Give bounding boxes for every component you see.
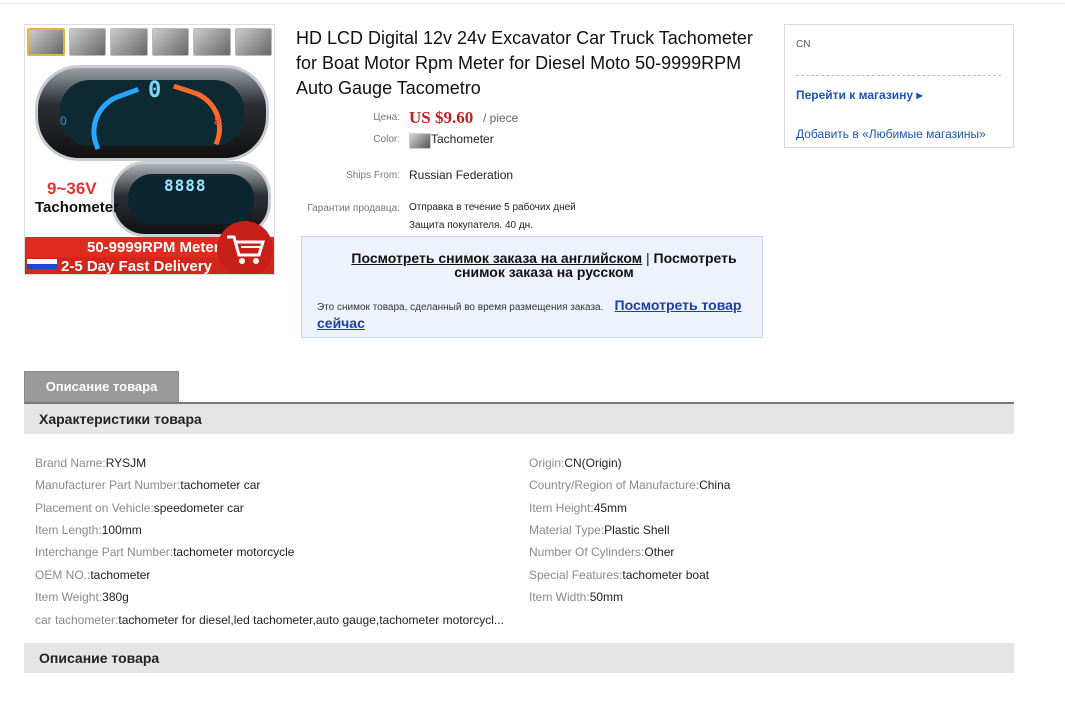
guarantee-shipping: Отправка в течение 5 рабочих дней	[409, 202, 576, 213]
gauge-min-label: 0	[60, 114, 67, 128]
spec-row: Origin:CN(Origin)	[529, 456, 622, 470]
store-box: CN Перейти к магазину ▸ Добавить в «Люби…	[784, 24, 1014, 148]
image-thumbnails	[25, 25, 274, 61]
product-hero-image: 0 0 8 8888 9~36V Tachometer 50-9999RPM M…	[25, 61, 274, 275]
shopping-cart-icon	[227, 235, 266, 264]
color-swatch[interactable]	[409, 133, 431, 149]
thumbnail[interactable]	[68, 28, 107, 56]
ships-from-value: Russian Federation	[409, 168, 514, 182]
color-value: Tachometer	[431, 132, 494, 146]
spec-row: Country/Region of Manufacture:China	[529, 478, 731, 492]
gauge-max-label: 8	[214, 114, 221, 128]
thumbnail[interactable]	[151, 28, 190, 56]
snapshot-note-text: Это снимок товара, сделанный во время ра…	[317, 302, 604, 313]
go-to-store-link[interactable]: Перейти к магазину ▸	[796, 88, 922, 102]
rpm-text: 50-9999RPM Meter	[87, 239, 220, 256]
snapshot-links: Посмотреть снимок заказа на английском |…	[334, 251, 754, 279]
delivery-text: 2-5 Day Fast Delivery	[61, 258, 212, 275]
arrow-right-icon: ▸	[916, 88, 923, 102]
description-header: Описание товара	[24, 643, 1014, 673]
thumbnail[interactable]	[234, 28, 273, 56]
top-divider	[0, 3, 1065, 4]
product-title: HD LCD Digital 12v 24v Excavator Car Tru…	[296, 28, 753, 98]
snapshot-note: Это снимок товара, сделанный во время ра…	[317, 297, 757, 333]
link-separator: |	[645, 250, 650, 266]
price-value: US $9.60	[409, 108, 474, 127]
spec-row: Special Features:tachometer boat	[529, 568, 710, 582]
price-label: Цена:	[373, 112, 400, 123]
color-label: Color:	[373, 134, 400, 145]
type-text: Tachometer	[35, 199, 119, 216]
spec-row: Item Width:50mm	[529, 590, 624, 604]
spec-row: Interchange Part Number:tachometer motor…	[35, 545, 295, 559]
spec-row: Item Height:45mm	[529, 501, 628, 515]
product-image[interactable]: 0 0 8 8888 9~36V Tachometer 50-9999RPM M…	[24, 24, 275, 275]
go-to-store-label: Перейти к магазину	[796, 88, 914, 102]
store-divider	[796, 75, 1001, 76]
thumbnail[interactable]	[193, 28, 231, 56]
spec-row: OEM NO.:tachometer	[35, 568, 151, 582]
specs-header: Характеристики товара	[24, 404, 1014, 434]
tab-description[interactable]: Описание товара	[24, 371, 179, 403]
seller-guarantee-label: Гарантии продавца:	[307, 203, 400, 214]
spec-row: car tachometer:tachometer for diesel,led…	[35, 613, 504, 627]
store-country: CN	[796, 39, 811, 50]
spec-row: Material Type:Plastic Shell	[529, 523, 670, 537]
thumbnail[interactable]	[110, 28, 148, 56]
gauge-digit: 0	[148, 78, 162, 103]
spec-row: Item Weight:380g	[35, 590, 129, 604]
spec-row: Number Of Cylinders:Other	[529, 545, 675, 559]
order-snapshot-box: Посмотреть снимок заказа на английском |…	[301, 236, 763, 338]
russia-flag-icon	[27, 259, 57, 274]
spec-row: Item Length:100mm	[35, 523, 142, 537]
ships-from-label: Ships From:	[346, 170, 400, 181]
spec-row: Manufacturer Part Number:tachometer car	[35, 478, 261, 492]
tachometer-gauge-large: 0 0 8	[35, 65, 269, 161]
price-unit: / piece	[483, 111, 519, 125]
gauge-digits: 8888	[164, 176, 207, 195]
guarantee-protection: Защита покупателя. 40 дн.	[409, 220, 533, 231]
spec-row: Placement on Vehicle:speedometer car	[35, 501, 244, 515]
thumbnail[interactable]	[27, 28, 65, 56]
spec-row: Brand Name:RYSJM	[35, 456, 147, 470]
voltage-text: 9~36V	[47, 179, 97, 198]
add-to-favorites-link[interactable]: Добавить в «Любимые магазины»	[796, 127, 986, 141]
